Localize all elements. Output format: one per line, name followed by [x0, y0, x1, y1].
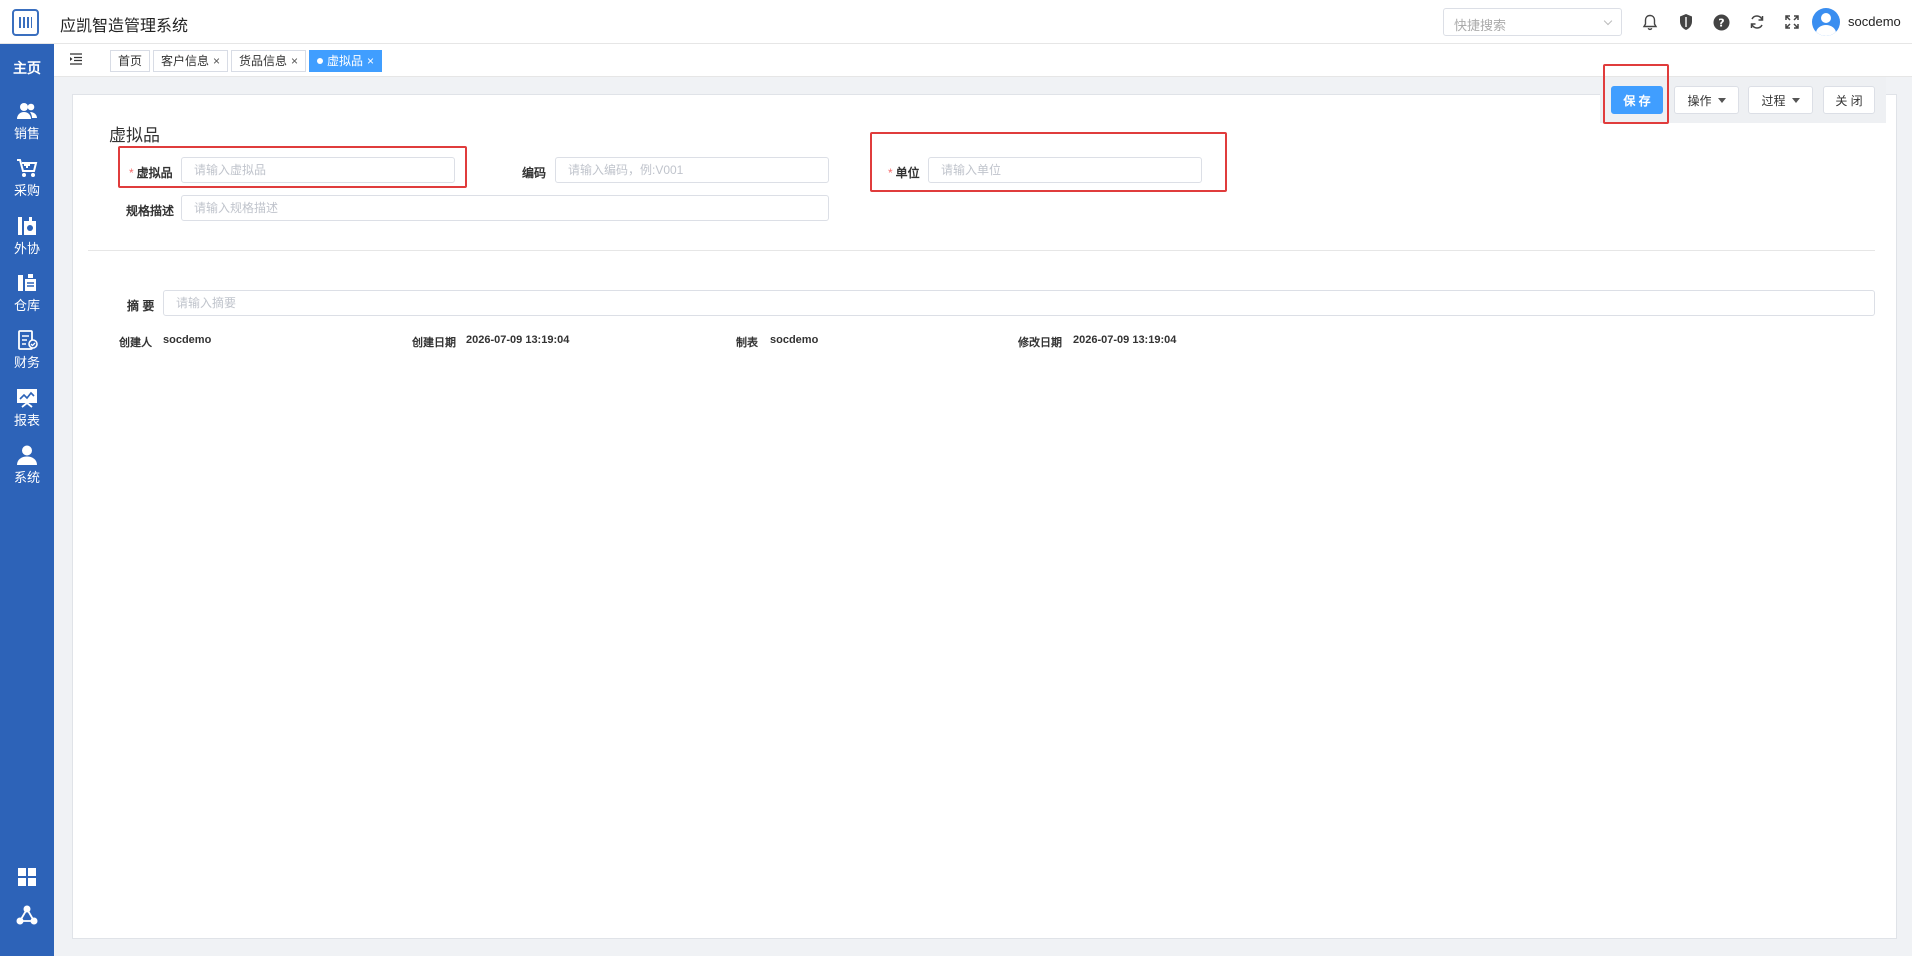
maker-label: 制表	[736, 337, 758, 349]
sidebar-item-warehouse[interactable]: 仓库	[0, 272, 54, 314]
sidebar-item-reports[interactable]: 报表	[0, 387, 54, 429]
operate-dropdown-button[interactable]: 操作	[1674, 86, 1739, 114]
spec-label: 规格描述	[126, 204, 175, 218]
tab-label: 客户信息	[161, 54, 210, 68]
quick-search-placeholder: 快捷搜索	[1454, 18, 1507, 33]
spec-input[interactable]	[181, 195, 829, 221]
network-icon[interactable]	[16, 904, 38, 926]
modified-date-value: 2026-07-09 13:19:04	[1073, 334, 1177, 346]
caret-down-icon	[1791, 97, 1800, 103]
help-icon[interactable]: ?	[1711, 12, 1731, 32]
active-dot-icon	[317, 57, 323, 64]
tab-label: 首页	[118, 54, 143, 68]
close-button[interactable]: 关 闭	[1823, 86, 1875, 114]
divider	[88, 250, 1875, 251]
unit-label-text: 单位	[895, 166, 920, 180]
code-label: 编码	[522, 166, 547, 180]
sidebar-item-finance[interactable]: 财务	[0, 329, 54, 371]
caret-down-icon	[1717, 97, 1726, 103]
creator-value: socdemo	[163, 334, 212, 346]
tab-label: 货品信息	[239, 54, 288, 68]
summary-input[interactable]	[163, 290, 1875, 316]
report-icon	[17, 389, 37, 408]
virtual-item-label-text: 虚拟品	[136, 166, 173, 180]
process-label: 过程	[1761, 93, 1786, 108]
sidebar-item-home[interactable]: 主页	[0, 58, 54, 78]
username[interactable]: socdemo	[1848, 14, 1901, 29]
shield-icon[interactable]	[1676, 12, 1696, 32]
outsource-icon	[18, 217, 36, 235]
warehouse-icon	[18, 274, 36, 291]
logo-icon	[12, 9, 39, 36]
sidebar-item-label: 系统	[13, 470, 40, 485]
virtual-item-label: * 虚拟品	[129, 166, 173, 180]
tab-customer-info[interactable]: 客户信息 ×	[153, 50, 229, 72]
refresh-icon[interactable]	[1747, 12, 1767, 32]
avatar[interactable]	[1812, 8, 1840, 36]
sidebar-item-sales[interactable]: 销售	[0, 100, 54, 142]
apps-grid-icon[interactable]	[16, 866, 38, 888]
finance-icon	[18, 330, 38, 350]
app-title: 应凯智造管理系统	[60, 18, 189, 35]
sidebar-item-outsource[interactable]: 外协	[0, 215, 54, 257]
code-input[interactable]	[555, 157, 829, 183]
tab-goods-info[interactable]: 货品信息 ×	[231, 50, 307, 72]
sidebar-item-purchase[interactable]: 采购	[0, 157, 54, 199]
sidebar-item-label: 仓库	[13, 298, 40, 313]
creator-label: 创建人	[119, 337, 152, 349]
process-dropdown-button[interactable]: 过程	[1748, 86, 1813, 114]
cart-icon	[17, 159, 38, 177]
close-icon[interactable]: ×	[213, 54, 220, 68]
tab-virtual-item[interactable]: 虚拟品 ×	[309, 50, 383, 72]
maker-value: socdemo	[770, 334, 819, 346]
operate-label: 操作	[1687, 93, 1712, 108]
sidebar-item-label: 财务	[13, 355, 40, 370]
sidebar-item-label: 销售	[13, 126, 40, 141]
created-date-label: 创建日期	[412, 337, 456, 349]
unit-label: * 单位	[888, 166, 920, 180]
modified-date-label: 修改日期	[1018, 337, 1062, 349]
tab-home[interactable]: 首页	[110, 50, 151, 72]
close-icon[interactable]: ×	[291, 54, 298, 68]
form-title: 虚拟品	[109, 126, 160, 145]
svg-text:?: ?	[1718, 16, 1724, 29]
quick-search-select[interactable]: 快捷搜索	[1443, 8, 1622, 36]
virtual-item-input[interactable]	[181, 157, 455, 183]
fullscreen-icon[interactable]	[1782, 12, 1802, 32]
chevron-down-icon	[1603, 16, 1613, 26]
user-icon	[17, 445, 37, 465]
sidebar-item-system[interactable]: 系统	[0, 444, 54, 486]
sidebar: 主页 销售 采购 外协 仓库 财务 报表 系统	[0, 44, 54, 956]
sidebar-item-label: 采购	[13, 183, 40, 198]
sidebar-item-label: 报表	[13, 413, 40, 428]
top-bar: 应凯智造管理系统 快捷搜索 ? socdemo	[0, 0, 1912, 44]
bell-icon[interactable]	[1640, 12, 1660, 32]
menu-collapse-icon[interactable]	[69, 53, 83, 65]
sidebar-item-label: 外协	[13, 241, 40, 256]
users-icon	[17, 103, 37, 119]
summary-label: 摘 要	[127, 299, 155, 313]
created-date-value: 2026-07-09 13:19:04	[466, 334, 570, 346]
close-icon[interactable]: ×	[367, 54, 374, 68]
highlight-save	[1603, 64, 1669, 124]
tab-label: 虚拟品	[327, 54, 364, 68]
unit-input[interactable]	[928, 157, 1202, 183]
